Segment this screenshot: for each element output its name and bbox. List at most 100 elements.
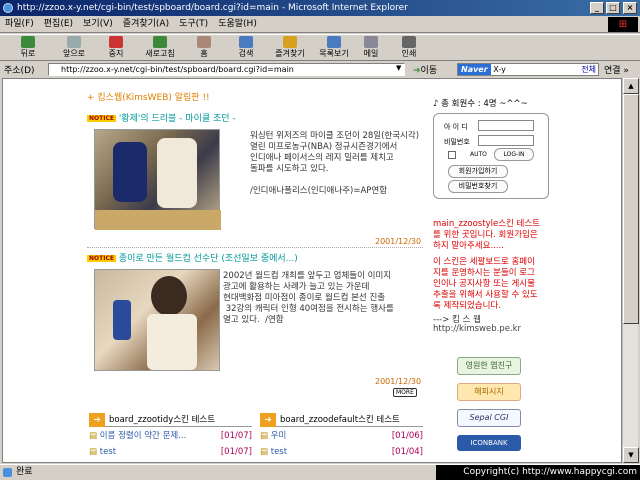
article-1-heading: NOTICE '황제'의 드리블 - 마이클 조던 - xyxy=(87,111,236,124)
article-2-heading: NOTICE 종이로 만든 월드컵 선수단 (조선일보 중에서...) xyxy=(87,251,298,264)
favorites-icon xyxy=(283,36,297,48)
toolbar-forward-arrow-button[interactable]: 앞으로 xyxy=(52,35,96,61)
back-arrow-icon xyxy=(21,36,35,48)
auto-label: AUTO xyxy=(470,151,487,158)
scroll-thumb[interactable] xyxy=(623,94,639,324)
login-button[interactable]: LOG-IN xyxy=(494,148,534,161)
menu-view[interactable]: 보기(V) xyxy=(78,16,118,33)
banner-sepal-cgi[interactable]: Sepal CGI xyxy=(457,409,521,427)
info-text-2: 이 스킨은 세팔보드로 홈페이 지를 운영하시는 분들이 로그 인이나 공지사항 또… xyxy=(433,257,538,311)
toolbar-refresh-button[interactable]: 새로고침 xyxy=(138,35,182,61)
login-box: 아 이 디 비밀번호 AUTO LOG-IN 회원가입하기 비밀번호찾기 xyxy=(433,113,549,199)
toolbar-label: 새로고침 xyxy=(145,49,175,58)
article-1-body: 워싱턴 위저즈의 마이클 조던이 28일(한국시각) 열린 미프로농구(NBA) … xyxy=(250,131,420,196)
scroll-down-arrow-icon[interactable]: ▼ xyxy=(623,447,639,463)
board-1-row[interactable]: ▤ 자유게시판[01/07] xyxy=(89,462,252,463)
scroll-up-arrow-icon[interactable]: ▲ xyxy=(623,78,639,94)
minimize-button[interactable]: _ xyxy=(590,2,604,14)
find-password-button[interactable]: 비밀번호찾기 xyxy=(448,180,508,193)
page-icon xyxy=(3,468,12,477)
vertical-scrollbar[interactable]: ▲ ▼ xyxy=(622,78,639,463)
refresh-icon xyxy=(153,36,167,48)
search-icon xyxy=(239,36,253,48)
post-title: test xyxy=(99,447,117,457)
address-dropdown-icon[interactable]: ▼ xyxy=(396,64,401,72)
go-arrow-icon: ➔ xyxy=(413,66,421,76)
windows-logo-icon: ⊞ xyxy=(608,17,638,32)
board-1-header[interactable]: ➔ board_zzootidy스킨 테스트 xyxy=(89,413,252,427)
board-1-row[interactable]: ▤ 이름 정렬이 약간 문제... [01/07] xyxy=(89,430,252,443)
site-url[interactable]: http://kimsweb.pe.kr xyxy=(433,324,521,334)
notice-badge: NOTICE xyxy=(87,115,116,122)
toolbar-label: 즐겨찾기 xyxy=(275,49,305,58)
info-text-1: main_zzoostyle스킨 테스트 를 위한 곳입니다. 회원가입은 하지 말… xyxy=(433,219,540,251)
go-button[interactable]: ➔이동 xyxy=(413,63,437,76)
board-2-row[interactable]: ▤ test[01/04] xyxy=(260,446,423,459)
board-2-header[interactable]: ➔ board_zzoodefault스킨 테스트 xyxy=(260,413,423,427)
menu-edit[interactable]: 편집(E) xyxy=(39,16,78,33)
password-input[interactable] xyxy=(478,135,534,146)
post-date: [01/07] xyxy=(221,462,252,463)
board-1-row[interactable]: ▤ test [01/07] xyxy=(89,446,252,459)
stop-icon xyxy=(109,36,123,48)
auto-login-checkbox[interactable] xyxy=(448,151,456,159)
toolbar-home-button[interactable]: 홈 xyxy=(186,35,222,61)
ie-icon xyxy=(3,3,13,13)
maximize-button[interactable]: □ xyxy=(606,2,620,14)
menu-favorites[interactable]: 즐겨찾기(A) xyxy=(118,16,174,33)
article-2-photo[interactable] xyxy=(94,269,220,371)
toolbar-mail-button[interactable]: 메일 xyxy=(354,35,388,61)
toolbar-label: 인쇄 xyxy=(401,49,417,58)
home-icon xyxy=(197,36,211,48)
article-2-date: 2001/12/30 xyxy=(375,377,422,386)
id-label: 아 이 디 xyxy=(444,123,468,131)
post-title: 우미 xyxy=(270,431,287,441)
toolbar-back-arrow-button[interactable]: 뒤로 xyxy=(6,35,50,61)
toolbar-stop-button[interactable]: 중지 xyxy=(98,35,134,61)
toolbar-favorites-button[interactable]: 즐겨찾기 xyxy=(268,35,312,61)
page-viewport: + 킴스웹(KimsWEB) 알림판 !! NOTICE '황제'의 드리블 -… xyxy=(2,78,622,463)
address-input[interactable]: http://zzoo.x-y.net/cgi-bin/test/spboard… xyxy=(48,63,405,76)
naver-query: X-y xyxy=(493,65,506,74)
toolbar-print-button[interactable]: 인쇄 xyxy=(392,35,426,61)
toolbar-history-button[interactable]: 목록보기 xyxy=(314,35,354,61)
menu-help[interactable]: 도움말(H) xyxy=(213,16,262,33)
id-input[interactable] xyxy=(478,120,534,131)
copyright-banner: Copyright(c) http://www.happycgi.com xyxy=(436,465,640,480)
window-title: http://zzoo.x-y.net/cgi-bin/test/spboard… xyxy=(17,3,408,13)
toolbar-label: 중지 xyxy=(108,49,124,58)
article-1-title[interactable]: '황제'의 드리블 - 마이클 조던 - xyxy=(119,114,236,124)
address-label: 주소(D) xyxy=(4,66,35,76)
post-icon: ▤ xyxy=(89,447,100,457)
post-title: test xyxy=(270,447,288,457)
password-label: 비밀번호 xyxy=(444,138,470,146)
article-2-title[interactable]: 종이로 만든 월드컵 선수단 (조선일보 중에서...) xyxy=(119,254,298,264)
post-date: [01/07] xyxy=(220,447,252,457)
post-date: [01/04] xyxy=(391,447,423,457)
naver-search-box[interactable]: Naver X-y 전체 xyxy=(457,63,599,76)
join-button[interactable]: 회원가입하기 xyxy=(448,165,508,178)
menu-file[interactable]: 파일(F) xyxy=(0,16,39,33)
banner-iconbank[interactable]: ICONBANK xyxy=(457,435,521,451)
post-date: [01/07] xyxy=(220,431,252,441)
toolbar-label: 검색 xyxy=(238,49,254,58)
menu-tools[interactable]: 도구(T) xyxy=(174,16,213,33)
banner-happycgi[interactable]: 해피시지 xyxy=(457,383,521,401)
close-button[interactable]: × xyxy=(623,2,637,14)
board-2-row[interactable]: ▤ 우미 [01/06] xyxy=(260,430,423,443)
mail-icon xyxy=(364,36,378,48)
menu-bar: 파일(F) 편집(E) 보기(V) 즐겨찾기(A) 도구(T) 도움말(H) ⊞ xyxy=(0,16,640,33)
toolbar-label: 목록보기 xyxy=(319,49,349,58)
toolbar-search-button[interactable]: 검색 xyxy=(228,35,264,61)
post-date: [01/06] xyxy=(391,431,423,441)
banner-friend[interactable]: 영원한 엽친구 xyxy=(457,357,521,375)
post-icon: ▤ xyxy=(89,431,100,441)
arrow-icon: ➔ xyxy=(260,413,276,427)
article-1-date: 2001/12/30 xyxy=(375,237,422,246)
toolbar-label: 홈 xyxy=(200,49,208,58)
more-button[interactable]: MORE xyxy=(393,388,417,397)
links-button[interactable]: 연결 » xyxy=(604,63,629,76)
article-1-photo[interactable] xyxy=(94,129,221,230)
forward-arrow-icon xyxy=(67,36,81,48)
board-2-row[interactable]: ▤ test[01/04] xyxy=(260,462,423,463)
